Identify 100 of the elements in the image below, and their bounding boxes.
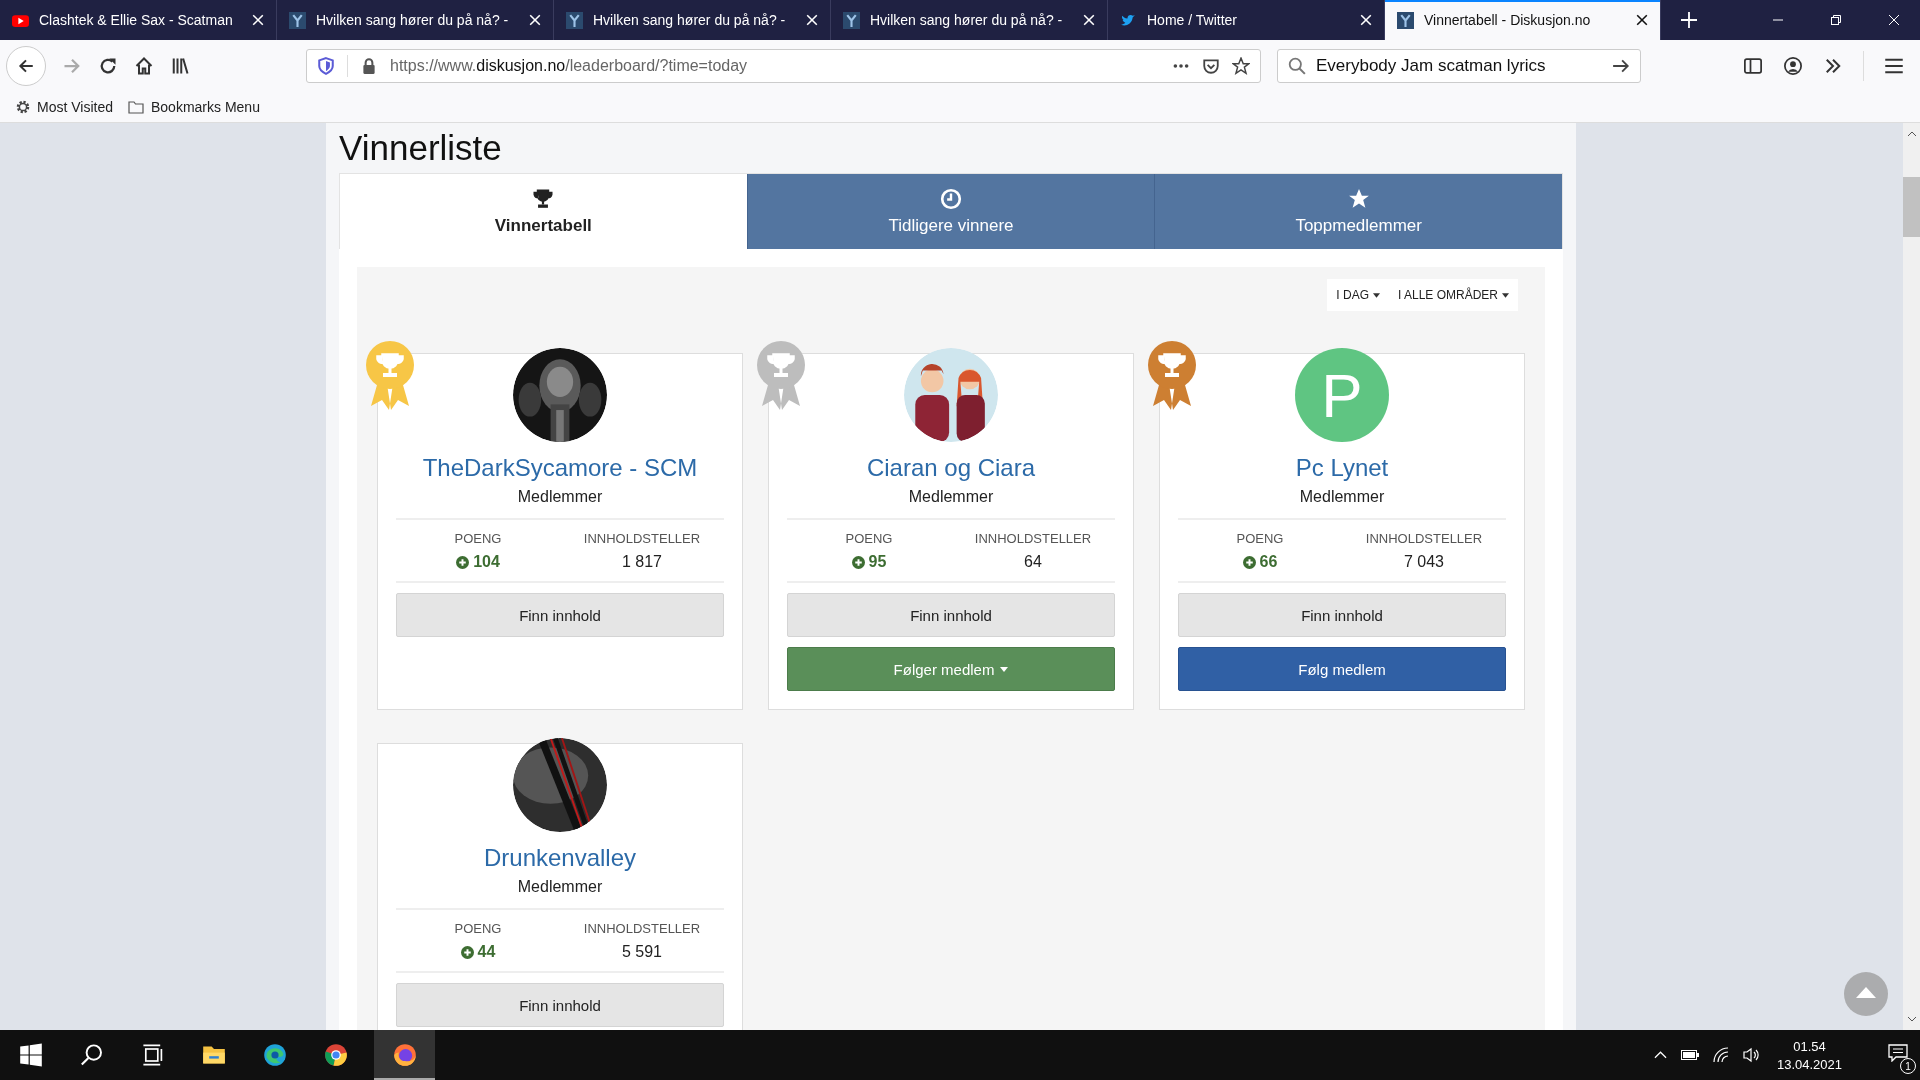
new-tab-icon[interactable] [1681,12,1697,28]
content-count: 7 043 [1403,553,1444,571]
stat-label: POENG [454,921,502,936]
lock-icon [360,56,378,75]
shield-icon [317,56,335,75]
caret-icon [1502,292,1509,298]
notification-icon[interactable] [1888,1044,1908,1062]
member-role: Medlemmer [1299,488,1385,506]
stat-label: INNHOLDSTELLER [583,531,701,546]
account-icon[interactable] [1783,55,1803,76]
tab-title: Hvilken sang hører du på nå? - [593,12,787,28]
notification-count: 1 [1900,1058,1916,1074]
search-text: Everybody Jam scatman lyrics [1316,55,1547,76]
scroll-down-icon[interactable] [1906,1016,1917,1022]
search-icon [1288,56,1306,75]
tab-title: Hvilken sang hører du på nå? - [316,12,510,28]
member-role: Medlemmer [517,488,603,506]
browser-tab[interactable]: Vinnertabell - Diskusjon.no [1385,0,1661,40]
stat-label: POENG [454,531,502,546]
tab-title: Vinnertabell - Diskusjon.no [1424,12,1592,28]
site-icon [566,11,583,29]
points-value: 104 [456,553,500,571]
chevron-up-icon[interactable] [1653,1051,1667,1059]
site-icon [843,11,860,29]
filter-dropdown[interactable]: I ALLE OMRÅDER [1388,279,1518,311]
content-count: 1 817 [621,553,662,571]
plus-circle-icon [851,555,865,569]
points-value: 44 [460,943,496,961]
follow-button[interactable]: Følg medlem [1178,647,1506,691]
windows-icon[interactable] [18,1043,43,1067]
tab-title: Hvilken sang hører du på nå? - [870,12,1064,28]
stat-label: POENG [1236,531,1284,546]
bookmark-item[interactable]: Bookmarks Menu [127,98,260,115]
url-text: https://www.diskusjon.no/leaderboard/?time=today [390,56,749,75]
home-icon[interactable] [134,55,154,76]
stat-label: INNHOLDSTELLER [583,921,701,936]
leaderboard-tab[interactable]: Tidligere vinnere [746,174,1155,249]
pocket-icon[interactable] [1202,56,1220,75]
tab-title: Clashtek & Ellie Sax - Scatman [39,12,234,28]
member-name[interactable]: Ciaran og Ciara [866,454,1036,482]
bookmark-item[interactable]: Most Visited [15,98,113,115]
page-title: Vinnerliste [339,127,503,169]
caret-icon [1000,666,1009,672]
member-role: Medlemmer [908,488,994,506]
content-count: 64 [1024,553,1042,571]
member-role: Medlemmer [517,878,603,896]
clock-icon [940,187,962,210]
library-icon[interactable] [170,55,190,76]
search-icon[interactable] [79,1043,104,1067]
stat-label: POENG [845,531,893,546]
sidebar-icon[interactable] [1743,55,1763,76]
folder-icon [127,98,145,115]
speaker-icon[interactable] [1742,1047,1759,1063]
filter-dropdown[interactable]: I DAG [1327,279,1389,311]
tab-label: Toppmedlemmer [1295,215,1422,236]
member-name[interactable]: Pc Lynet [1295,454,1389,482]
points-value: 66 [1242,553,1278,571]
site-icon [289,11,306,29]
battery-icon[interactable] [1680,1050,1699,1060]
stat-label: INNHOLDSTELLER [974,531,1092,546]
restore-icon[interactable] [1830,14,1842,26]
stat-label: INNHOLDSTELLER [1365,531,1483,546]
plus-circle-icon [456,555,470,569]
caret-icon [1372,292,1380,298]
bookmark-label: Most Visited [37,98,113,115]
scroll-up-icon[interactable] [1906,131,1917,137]
leaderboard-tab[interactable]: Toppmedlemmer [1154,174,1562,249]
tab-title: Home / Twitter [1147,12,1238,28]
find-content-button[interactable]: Finn innhold [1178,593,1506,637]
clock-time[interactable]: 01.54 [1793,1038,1826,1054]
search-field[interactable]: Everybody Jam scatman lyrics [1277,48,1641,83]
taskbar-button[interactable] [374,1030,435,1080]
back-icon[interactable] [6,45,46,86]
following-button[interactable]: Følger medlem [787,647,1115,691]
tab-label: Tidligere vinnere [888,215,1014,236]
site-icon [1397,11,1414,29]
find-content-button[interactable]: Finn innhold [396,593,724,637]
firefox-icon[interactable] [392,1043,417,1067]
close-icon[interactable] [1636,14,1648,26]
edge-icon[interactable] [262,1043,287,1067]
member-name[interactable]: Drunkenvalley [483,844,637,872]
member-name[interactable]: TheDarkSycamore - SCM [422,454,698,482]
wifi-icon[interactable] [1712,1047,1729,1063]
trophy-icon [532,187,555,210]
star-icon[interactable] [1232,56,1250,75]
find-content-button[interactable]: Finn innhold [396,983,724,1027]
clock-date[interactable]: 13.04.2021 [1776,1056,1842,1072]
points-value: 95 [851,553,887,571]
find-content-button[interactable]: Finn innhold [787,593,1115,637]
plus-circle-icon [1242,555,1256,569]
scrollbar-thumb[interactable] [1903,177,1920,237]
plus-circle-icon [460,945,474,959]
address-bar[interactable]: https://www.diskusjon.no/leaderboard/?time=today [306,48,1261,83]
gear-icon [15,98,31,115]
chrome-icon[interactable] [323,1043,348,1067]
scrollbar[interactable] [1903,123,1920,1030]
task-view-icon[interactable] [140,1043,165,1067]
bookmark-label: Bookmarks Menu [151,98,260,115]
star-icon [1347,187,1370,210]
tab-label: Vinnertabell [494,215,592,236]
